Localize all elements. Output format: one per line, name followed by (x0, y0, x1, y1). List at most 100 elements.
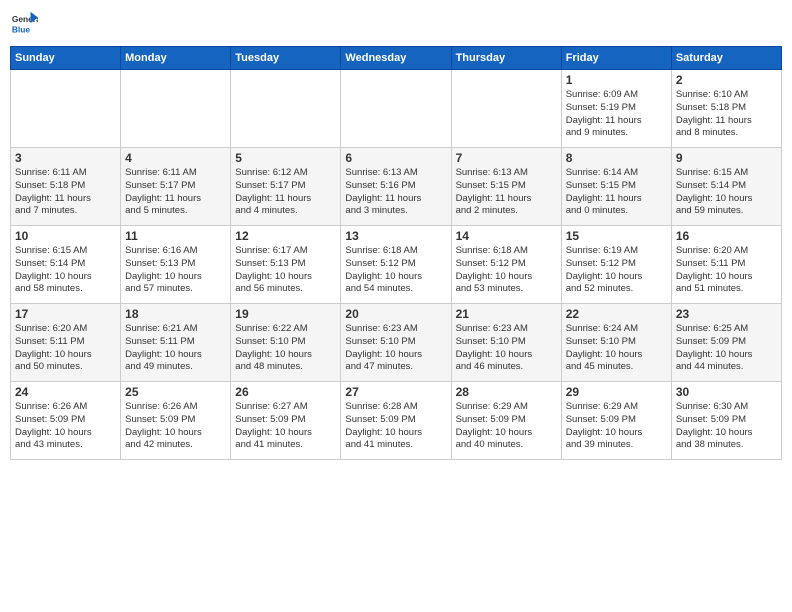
day-number: 5 (235, 151, 336, 165)
day-info: Sunrise: 6:14 AM Sunset: 5:15 PM Dayligh… (566, 167, 667, 218)
calendar-cell: 21 Sunrise: 6:23 AM Sunset: 5:10 PM Dayli… (451, 304, 561, 382)
calendar-cell: 13 Sunrise: 6:18 AM Sunset: 5:12 PM Dayli… (341, 226, 451, 304)
day-number: 16 (676, 229, 777, 243)
calendar-cell: 25Sunrise: 6:26 AM Sunset: 5:09 PM Dayli… (121, 382, 231, 460)
logo: General Blue (10, 10, 42, 38)
calendar-cell: 15Sunrise: 6:19 AM Sunset: 5:12 PM Dayli… (561, 226, 671, 304)
day-info: Sunrise: 6:20 AM Sunset: 5:11 PM Dayligh… (676, 245, 777, 296)
day-info: Sunrise: 6:30 AM Sunset: 5:09 PM Dayligh… (676, 401, 777, 452)
day-number: 23 (676, 307, 777, 321)
calendar-cell: 11 Sunrise: 6:16 AM Sunset: 5:13 PM Dayli… (121, 226, 231, 304)
day-number: 28 (456, 385, 557, 399)
week-row-3: 10Sunrise: 6:15 AM Sunset: 5:14 PM Dayli… (11, 226, 782, 304)
day-number: 8 (566, 151, 667, 165)
day-info: Sunrise: 6:22 AM Sunset: 5:10 PM Dayligh… (235, 323, 336, 374)
header-day-saturday: Saturday (671, 47, 781, 70)
header-day-thursday: Thursday (451, 47, 561, 70)
day-info: Sunrise: 6:25 AM Sunset: 5:09 PM Dayligh… (676, 323, 777, 374)
header-day-sunday: Sunday (11, 47, 121, 70)
calendar-cell: 5 Sunrise: 6:12 AM Sunset: 5:17 PM Daylig… (231, 148, 341, 226)
day-number: 18 (125, 307, 226, 321)
header-day-monday: Monday (121, 47, 231, 70)
day-number: 11 (125, 229, 226, 243)
day-number: 7 (456, 151, 557, 165)
day-info: Sunrise: 6:23 AM Sunset: 5:10 PM Dayligh… (345, 323, 446, 374)
week-row-5: 24 Sunrise: 6:26 AM Sunset: 5:09 PM Dayli… (11, 382, 782, 460)
calendar-cell: 27Sunrise: 6:28 AM Sunset: 5:09 PM Dayli… (341, 382, 451, 460)
calendar-cell: 8 Sunrise: 6:14 AM Sunset: 5:15 PM Daylig… (561, 148, 671, 226)
calendar-cell (341, 70, 451, 148)
day-number: 17 (15, 307, 116, 321)
page-header: General Blue (10, 10, 782, 38)
day-info: Sunrise: 6:24 AM Sunset: 5:10 PM Dayligh… (566, 323, 667, 374)
day-number: 10 (15, 229, 116, 243)
day-number: 19 (235, 307, 336, 321)
day-info: Sunrise: 6:23 AM Sunset: 5:10 PM Dayligh… (456, 323, 557, 374)
day-info: Sunrise: 6:19 AM Sunset: 5:12 PM Dayligh… (566, 245, 667, 296)
day-info: Sunrise: 6:15 AM Sunset: 5:14 PM Dayligh… (676, 167, 777, 218)
svg-text:Blue: Blue (12, 24, 30, 34)
day-info: Sunrise: 6:27 AM Sunset: 5:09 PM Dayligh… (235, 401, 336, 452)
calendar-cell: 12 Sunrise: 6:17 AM Sunset: 5:13 PM Dayli… (231, 226, 341, 304)
header-day-friday: Friday (561, 47, 671, 70)
calendar-cell: 26 Sunrise: 6:27 AM Sunset: 5:09 PM Dayli… (231, 382, 341, 460)
day-info: Sunrise: 6:29 AM Sunset: 5:09 PM Dayligh… (456, 401, 557, 452)
day-number: 4 (125, 151, 226, 165)
day-number: 1 (566, 73, 667, 87)
day-info: Sunrise: 6:09 AM Sunset: 5:19 PM Dayligh… (566, 89, 667, 140)
day-number: 6 (345, 151, 446, 165)
calendar-table: SundayMondayTuesdayWednesdayThursdayFrid… (10, 46, 782, 460)
day-info: Sunrise: 6:17 AM Sunset: 5:13 PM Dayligh… (235, 245, 336, 296)
calendar-cell: 9 Sunrise: 6:15 AM Sunset: 5:14 PM Daylig… (671, 148, 781, 226)
calendar-cell: 10Sunrise: 6:15 AM Sunset: 5:14 PM Dayli… (11, 226, 121, 304)
calendar-cell: 3 Sunrise: 6:11 AM Sunset: 5:18 PM Daylig… (11, 148, 121, 226)
day-number: 13 (345, 229, 446, 243)
day-number: 9 (676, 151, 777, 165)
calendar-cell: 14 Sunrise: 6:18 AM Sunset: 5:12 PM Dayli… (451, 226, 561, 304)
day-info: Sunrise: 6:13 AM Sunset: 5:16 PM Dayligh… (345, 167, 446, 218)
day-info: Sunrise: 6:26 AM Sunset: 5:09 PM Dayligh… (15, 401, 116, 452)
calendar-cell (451, 70, 561, 148)
day-number: 21 (456, 307, 557, 321)
day-info: Sunrise: 6:21 AM Sunset: 5:11 PM Dayligh… (125, 323, 226, 374)
calendar-cell: 19 Sunrise: 6:22 AM Sunset: 5:10 PM Dayli… (231, 304, 341, 382)
day-number: 24 (15, 385, 116, 399)
logo-icon: General Blue (10, 10, 38, 38)
day-info: Sunrise: 6:28 AM Sunset: 5:09 PM Dayligh… (345, 401, 446, 452)
calendar-cell (11, 70, 121, 148)
calendar-cell: 17Sunrise: 6:20 AM Sunset: 5:11 PM Dayli… (11, 304, 121, 382)
calendar-cell: 29Sunrise: 6:29 AM Sunset: 5:09 PM Dayli… (561, 382, 671, 460)
calendar-cell (231, 70, 341, 148)
calendar-cell: 7 Sunrise: 6:13 AM Sunset: 5:15 PM Daylig… (451, 148, 561, 226)
day-number: 12 (235, 229, 336, 243)
calendar-cell: 20 Sunrise: 6:23 AM Sunset: 5:10 PM Dayli… (341, 304, 451, 382)
calendar-cell: 16 Sunrise: 6:20 AM Sunset: 5:11 PM Dayli… (671, 226, 781, 304)
header-day-wednesday: Wednesday (341, 47, 451, 70)
day-info: Sunrise: 6:12 AM Sunset: 5:17 PM Dayligh… (235, 167, 336, 218)
day-number: 22 (566, 307, 667, 321)
day-number: 2 (676, 73, 777, 87)
day-info: Sunrise: 6:29 AM Sunset: 5:09 PM Dayligh… (566, 401, 667, 452)
calendar-cell: 23 Sunrise: 6:25 AM Sunset: 5:09 PM Dayli… (671, 304, 781, 382)
day-info: Sunrise: 6:11 AM Sunset: 5:18 PM Dayligh… (15, 167, 116, 218)
day-info: Sunrise: 6:13 AM Sunset: 5:15 PM Dayligh… (456, 167, 557, 218)
week-row-4: 17Sunrise: 6:20 AM Sunset: 5:11 PM Dayli… (11, 304, 782, 382)
day-number: 30 (676, 385, 777, 399)
calendar-cell: 2Sunrise: 6:10 AM Sunset: 5:18 PM Daylig… (671, 70, 781, 148)
calendar-cell: 22 Sunrise: 6:24 AM Sunset: 5:10 PM Dayli… (561, 304, 671, 382)
day-info: Sunrise: 6:18 AM Sunset: 5:12 PM Dayligh… (456, 245, 557, 296)
day-number: 20 (345, 307, 446, 321)
calendar-cell: 24 Sunrise: 6:26 AM Sunset: 5:09 PM Dayli… (11, 382, 121, 460)
day-info: Sunrise: 6:11 AM Sunset: 5:17 PM Dayligh… (125, 167, 226, 218)
calendar-cell (121, 70, 231, 148)
day-info: Sunrise: 6:26 AM Sunset: 5:09 PM Dayligh… (125, 401, 226, 452)
day-info: Sunrise: 6:16 AM Sunset: 5:13 PM Dayligh… (125, 245, 226, 296)
day-number: 26 (235, 385, 336, 399)
day-number: 14 (456, 229, 557, 243)
calendar-cell: 6 Sunrise: 6:13 AM Sunset: 5:16 PM Daylig… (341, 148, 451, 226)
day-number: 3 (15, 151, 116, 165)
calendar-cell: 1 Sunrise: 6:09 AM Sunset: 5:19 PM Daylig… (561, 70, 671, 148)
day-info: Sunrise: 6:18 AM Sunset: 5:12 PM Dayligh… (345, 245, 446, 296)
calendar-cell: 4 Sunrise: 6:11 AM Sunset: 5:17 PM Daylig… (121, 148, 231, 226)
header-row: SundayMondayTuesdayWednesdayThursdayFrid… (11, 47, 782, 70)
